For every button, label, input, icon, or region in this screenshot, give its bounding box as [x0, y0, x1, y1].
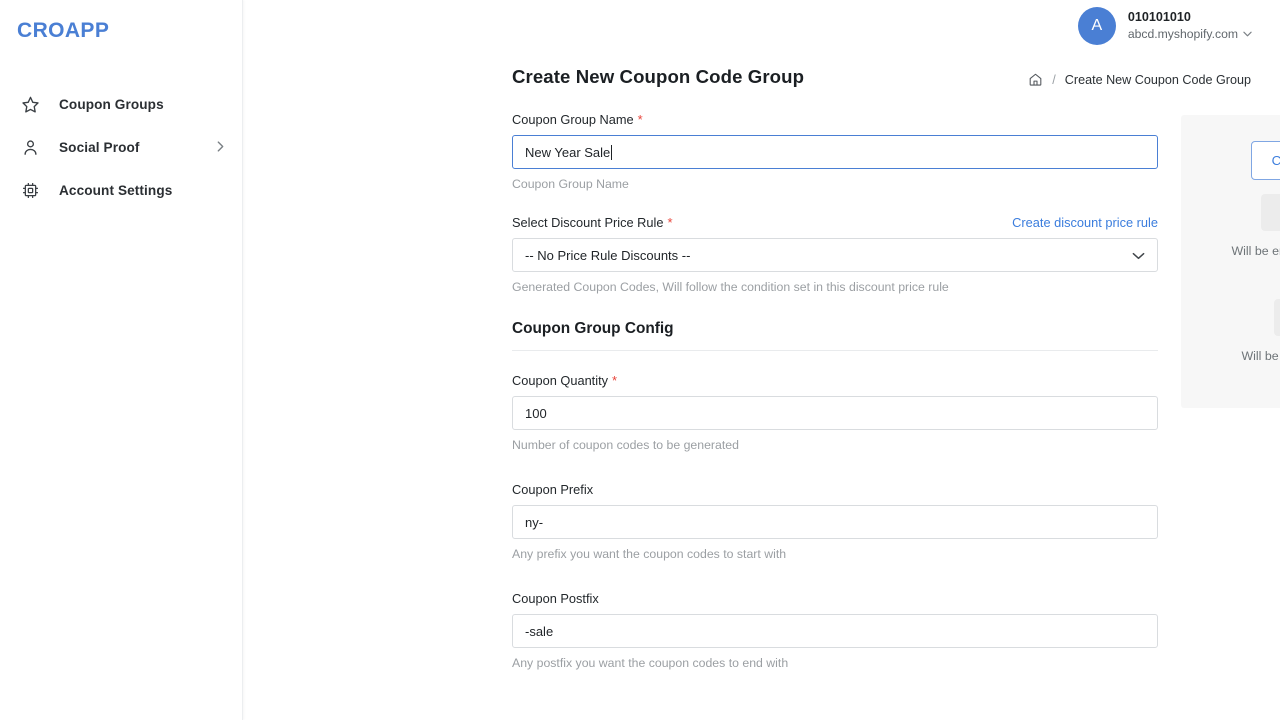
- prefix-label: Coupon Prefix: [512, 482, 1158, 497]
- main-content: A 010101010 abcd.myshopify.com: [243, 0, 1280, 720]
- required-marker: *: [668, 215, 673, 230]
- postfix-value: -sale: [525, 624, 553, 639]
- postfix-label-text: Coupon Postfix: [512, 591, 599, 606]
- chip-icon: [20, 181, 40, 201]
- field-group-name: Coupon Group Name * New Year Sale Coupon…: [512, 112, 1158, 191]
- avatar: A: [1078, 7, 1116, 45]
- sidebar-nav: Coupon Groups Social Proof: [0, 83, 242, 212]
- sidebar-item-label: Social Proof: [59, 140, 140, 155]
- chevron-right-icon: [217, 141, 224, 154]
- prefix-hint: Any prefix you want the coupon codes to …: [512, 547, 1158, 561]
- group-name-hint: Coupon Group Name: [512, 177, 1158, 191]
- group-name-input[interactable]: New Year Sale: [512, 135, 1158, 169]
- field-postfix: Coupon Postfix -sale Any postfix you wan…: [512, 591, 1158, 670]
- user-info: 010101010 abcd.myshopify.com: [1128, 9, 1252, 42]
- required-marker: *: [612, 373, 617, 388]
- postfix-hint: Any postfix you want the coupon codes to…: [512, 656, 1158, 670]
- price-rule-label-text: Select Discount Price Rule: [512, 215, 664, 230]
- field-quantity: Coupon Quantity * 100 Number of coupon c…: [512, 373, 1158, 452]
- sidebar-item-coupon-groups[interactable]: Coupon Groups: [0, 83, 242, 126]
- prefix-value: ny-: [525, 515, 543, 530]
- sidebar-item-social-proof[interactable]: Social Proof: [0, 126, 242, 169]
- price-rule-label: Select Discount Price Rule *: [512, 215, 673, 230]
- breadcrumb-current: Create New Coupon Code Group: [1065, 73, 1251, 87]
- prefix-input[interactable]: ny-: [512, 505, 1158, 539]
- group-name-label-text: Coupon Group Name: [512, 112, 634, 127]
- postfix-input[interactable]: -sale: [512, 614, 1158, 648]
- star-icon: [20, 95, 40, 115]
- price-rule-hint: Generated Coupon Codes, Will follow the …: [512, 280, 1158, 294]
- quantity-label-text: Coupon Quantity: [512, 373, 608, 388]
- shop-domain-text: abcd.myshopify.com: [1128, 26, 1238, 42]
- coupon-group-form: Coupon Group Name * New Year Sale Coupon…: [512, 112, 1158, 670]
- quantity-label: Coupon Quantity *: [512, 373, 1158, 388]
- actions-panel: Create Coupon Group Generate Coupons Wil…: [1181, 115, 1280, 408]
- price-rule-select[interactable]: -- No Price Rule Discounts --: [512, 238, 1158, 272]
- generate-coupons-note: Will be enabled, once coupon group is cr…: [1229, 242, 1280, 279]
- text-caret: [611, 145, 612, 160]
- field-prefix: Coupon Prefix ny- Any prefix you want th…: [512, 482, 1158, 561]
- shop-domain: abcd.myshopify.com: [1128, 26, 1252, 42]
- view-coupons-note: Will be enabled, once coupons are genera…: [1229, 347, 1280, 384]
- chevron-down-icon[interactable]: [1243, 28, 1252, 42]
- prefix-label-text: Coupon Prefix: [512, 482, 593, 497]
- price-rule-label-row: Select Discount Price Rule * Create disc…: [512, 215, 1158, 230]
- required-marker: *: [638, 112, 643, 127]
- group-name-value: New Year Sale: [525, 145, 610, 160]
- person-icon: [20, 138, 40, 158]
- config-section: Coupon Group Config: [512, 320, 1158, 351]
- sidebar: CROAPP Coupon Groups Social Proof: [0, 0, 243, 720]
- view-coupons-button[interactable]: View Coupons: [1274, 299, 1280, 336]
- sidebar-item-account-settings[interactable]: Account Settings: [0, 169, 242, 212]
- config-section-title: Coupon Group Config: [512, 320, 1158, 338]
- breadcrumb-separator: /: [1052, 73, 1056, 87]
- quantity-hint: Number of coupon codes to be generated: [512, 438, 1158, 452]
- postfix-label: Coupon Postfix: [512, 591, 1158, 606]
- price-rule-selected-value: -- No Price Rule Discounts --: [525, 248, 690, 263]
- breadcrumb: / Create New Coupon Code Group: [1028, 72, 1251, 87]
- page-title: Create New Coupon Code Group: [512, 66, 804, 88]
- home-icon[interactable]: [1028, 72, 1043, 87]
- quantity-input[interactable]: 100: [512, 396, 1158, 430]
- app-root: CROAPP Coupon Groups Social Proof: [0, 0, 1280, 720]
- sidebar-item-label: Coupon Groups: [59, 97, 164, 112]
- app-logo[interactable]: CROAPP: [0, 0, 242, 43]
- sidebar-item-label: Account Settings: [59, 183, 172, 198]
- user-name: 010101010: [1128, 9, 1252, 26]
- create-coupon-group-button[interactable]: Create Coupon Group: [1251, 141, 1280, 180]
- field-price-rule: Select Discount Price Rule * Create disc…: [512, 215, 1158, 294]
- group-name-label: Coupon Group Name *: [512, 112, 1158, 127]
- generate-coupons-button[interactable]: Generate Coupons: [1261, 194, 1280, 231]
- create-discount-price-rule-link[interactable]: Create discount price rule: [1012, 215, 1158, 230]
- topbar: A 010101010 abcd.myshopify.com: [243, 0, 1280, 52]
- chevron-down-icon: [1132, 248, 1145, 263]
- user-menu[interactable]: A 010101010 abcd.myshopify.com: [1078, 7, 1252, 45]
- quantity-value: 100: [525, 406, 547, 421]
